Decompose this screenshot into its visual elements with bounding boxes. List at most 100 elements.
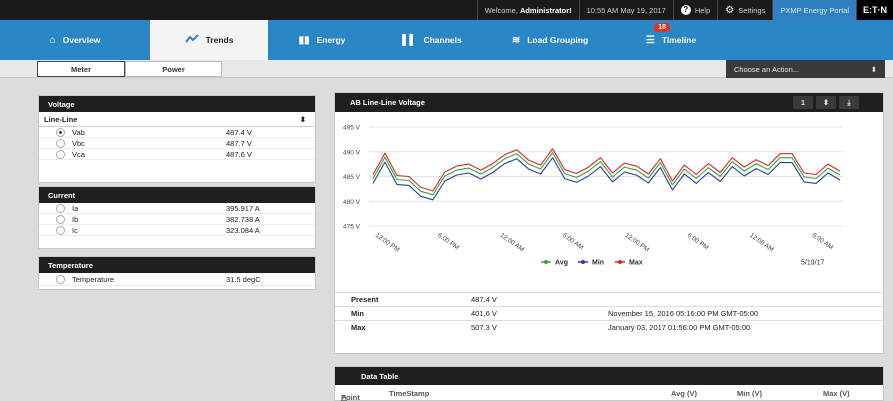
stats-table: Present 487.4 V Min 401.6 V November 15,… xyxy=(335,292,883,334)
measurement-name: Ia xyxy=(72,203,79,213)
action-dropdown[interactable]: Choose an Action... ⬍ xyxy=(726,60,885,78)
chart-panel: AB Line-Line Voltage 1 ⬍ ⤓ 495 V 490 V 485… xyxy=(334,92,884,354)
tab-label: Overview xyxy=(62,35,101,45)
x-tick-label: 12:00 PM xyxy=(374,232,401,254)
power-tab[interactable]: Power xyxy=(125,61,222,77)
brand-logo: E:T·N xyxy=(856,0,893,20)
updown-arrows-icon[interactable]: ⬍ xyxy=(816,96,836,109)
stats-row: Present 487.4 V xyxy=(335,292,883,306)
radio-vbc[interactable] xyxy=(56,138,65,148)
voltage-chart: 495 V 490 V 485 V 480 V 475 V 12:00 PM 6:00 PM… xyxy=(343,125,843,267)
help-label: Help xyxy=(694,5,711,15)
legend-label-min: Min xyxy=(592,260,604,267)
stat-time: January 03, 2017 01:56:00 PM GMT-05:00 xyxy=(608,323,751,332)
radio-vab[interactable] xyxy=(56,127,65,137)
radio-ib[interactable] xyxy=(56,214,65,224)
updown-arrows-icon: ⬍ xyxy=(299,114,306,124)
settings-link[interactable]: ⚙ Settings xyxy=(717,0,772,20)
welcome-message: Welcome, Administrator! xyxy=(476,0,579,20)
col-timestamp[interactable]: TimeStamp xyxy=(389,389,429,398)
measurement-row[interactable]: Ia 395.917 A xyxy=(39,203,315,214)
col-min[interactable]: Min (V) xyxy=(737,389,762,398)
line-select[interactable]: Line-Line ⬍ xyxy=(39,112,315,127)
measurement-value: 382.738 A xyxy=(226,214,260,224)
measurement-name: Ic xyxy=(72,225,78,235)
x-tick-label: 12:00 PM xyxy=(623,232,650,254)
home-icon: ⌂ xyxy=(49,34,56,46)
gear-icon: ⚙ xyxy=(725,4,735,16)
channels-icon: ▌▌ xyxy=(402,34,417,46)
radio-ic[interactable] xyxy=(56,225,65,235)
tab-label: Channels xyxy=(423,35,462,45)
tab-label: Energy xyxy=(316,35,346,45)
measurement-row[interactable]: Vab 487.4 V xyxy=(39,127,315,138)
x-tick-label: 6:00 AM xyxy=(561,232,585,251)
current-title: Current xyxy=(39,187,315,203)
data-table-title: Data Table xyxy=(335,367,883,385)
main-nav: ⌂ Overview Trends ▮▮ Energy ▌▌ Channels … xyxy=(0,20,893,60)
tab-channels[interactable]: ▌▌ Channels xyxy=(376,20,488,60)
y-tick-label: 490 V xyxy=(343,149,361,156)
legend-label-avg: Avg xyxy=(555,260,568,267)
radio-temperature[interactable] xyxy=(56,274,65,284)
radio-vca[interactable] xyxy=(56,149,65,159)
measurement-value: 395.917 A xyxy=(226,203,260,213)
stats-row: Max 507.3 V January 03, 2017 01:56:00 PM… xyxy=(335,320,883,334)
stat-label: Min xyxy=(351,309,364,318)
measurement-name: Vca xyxy=(72,149,85,159)
y-tick-label: 485 V xyxy=(343,174,361,181)
col-avg[interactable]: Avg (V) xyxy=(671,389,697,398)
measurement-row[interactable]: Vca 487.6 V xyxy=(39,149,315,160)
line-select-value: Line-Line xyxy=(44,114,78,124)
x-tick-label: 12:00 AM xyxy=(748,232,775,253)
top-bar: Welcome, Administrator! 10:55 AM May 19,… xyxy=(0,0,893,20)
portal-link[interactable]: PXMP Energy Portal xyxy=(772,0,856,20)
tab-label: Timeline xyxy=(661,35,697,45)
measurement-row[interactable]: Ic 323.084 A xyxy=(39,225,315,236)
tab-timeline[interactable]: ☰ Timeline 18 xyxy=(612,20,730,60)
timeline-badge: 18 xyxy=(654,23,670,32)
chart-date-label: 5/19/17 xyxy=(801,260,824,267)
measurement-value: 487.6 V xyxy=(226,149,252,159)
tab-label: Trends xyxy=(205,35,234,45)
username: Administrator! xyxy=(519,5,572,15)
help-link[interactable]: ? Help xyxy=(672,0,717,20)
help-icon: ? xyxy=(680,5,691,15)
chart-title: AB Line-Line Voltage xyxy=(350,98,425,107)
stat-value: 401.6 V xyxy=(471,309,497,318)
meter-tab[interactable]: Meter xyxy=(37,61,125,77)
datetime: 10:55 AM May 19, 2017 xyxy=(578,0,673,20)
tab-label: Load Grouping xyxy=(527,35,589,45)
temperature-panel: Temperature Temperature 31.5 degC xyxy=(38,256,316,290)
stat-label: Max xyxy=(351,323,366,332)
voltage-title: Voltage xyxy=(39,96,315,112)
chart-header: AB Line-Line Voltage 1 ⬍ ⤓ xyxy=(335,93,883,112)
data-table-header: Point △ TimeStamp Avg (V) Min (V) Max (V… xyxy=(335,385,883,401)
measurement-name: Vab xyxy=(72,127,85,137)
list-icon: ☰ xyxy=(645,34,655,46)
stat-value: 507.3 V xyxy=(471,323,497,332)
tab-overview[interactable]: ⌂ Overview xyxy=(0,20,150,60)
x-tick-label: 6:00 PM xyxy=(686,232,710,252)
col-max[interactable]: Max (V) xyxy=(823,389,850,398)
y-tick-label: 475 V xyxy=(343,224,361,231)
measurement-row[interactable]: Vbc 487.7 V xyxy=(39,138,315,149)
measurement-row[interactable]: Ib 382.738 A xyxy=(39,214,315,225)
sub-bar: Meter Power Choose an Action... ⬍ xyxy=(0,60,893,78)
updown-arrows-icon: ⬍ xyxy=(870,64,877,74)
x-tick-label: 6:00 PM xyxy=(436,232,460,252)
stat-label: Present xyxy=(351,295,379,304)
sort-triangle-icon: △ xyxy=(341,393,347,401)
radio-ia[interactable] xyxy=(56,203,65,213)
tab-trends[interactable]: Trends xyxy=(150,20,268,60)
action-label: Choose an Action... xyxy=(734,64,800,74)
download-icon[interactable]: ⤓ xyxy=(839,96,859,109)
measurement-name: Vbc xyxy=(72,138,85,148)
legend-marker-max xyxy=(618,260,622,264)
measurement-row[interactable]: Temperature 31.5 degC xyxy=(39,273,315,286)
tab-energy[interactable]: ▮▮ Energy xyxy=(268,20,376,60)
measurement-name: Ib xyxy=(72,214,79,224)
data-table: Data Table Point △ TimeStamp Avg (V) Min… xyxy=(334,366,884,401)
page-selector[interactable]: 1 xyxy=(793,96,813,109)
tab-load-grouping[interactable]: ≋ Load Grouping xyxy=(488,20,612,60)
